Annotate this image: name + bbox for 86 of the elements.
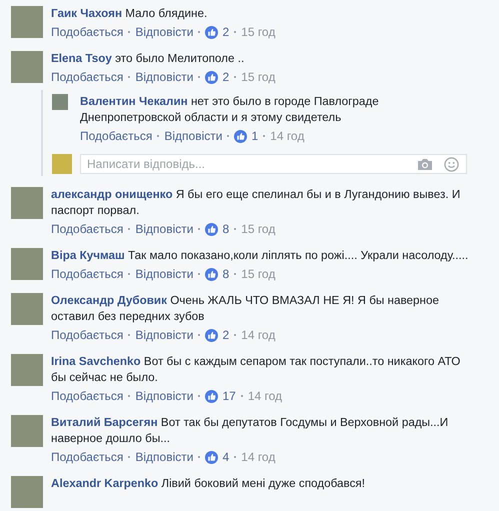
separator-dot	[198, 76, 200, 78]
like-count[interactable]: 1	[251, 128, 258, 144]
like-link[interactable]: Подобається	[51, 221, 124, 237]
comment-text: Віра Кучмаш Так мало показано,коли ліплять по рожі.... Украли насолоду.....	[51, 248, 470, 264]
author-link[interactable]: александр онищенко	[51, 188, 173, 201]
like-count[interactable]: 8	[222, 266, 230, 282]
reply-link[interactable]: Відповісти	[135, 24, 194, 40]
author-link[interactable]: Олександр Дубовик	[51, 294, 167, 307]
thumbs-up-icon[interactable]	[234, 130, 248, 142]
separator-dot	[128, 31, 130, 33]
like-link[interactable]: Подобається	[51, 69, 124, 85]
comment-text: Irina Savchenko Вот бы с каждым сепаром так поступали..то никакого АТО бы сейчас не было.	[51, 354, 462, 386]
reply-link[interactable]: Відповісти	[164, 128, 222, 144]
thumbs-up-icon[interactable]	[205, 222, 218, 236]
timestamp-link[interactable]: 15 год	[241, 221, 276, 237]
like-link[interactable]: Подобається	[80, 128, 152, 144]
comment-text: александр онищенко Я бы его еще спелинал бы и в Лугандонию вывез. И паспорт порвал.	[51, 187, 462, 219]
thumbs-up-icon[interactable]	[205, 328, 218, 342]
author-link[interactable]: Валентин Чекалин	[80, 95, 188, 108]
camera-icon[interactable]	[417, 158, 433, 171]
separator-dot	[234, 228, 236, 230]
timestamp-link[interactable]: 14 год	[241, 327, 276, 343]
avatar-photo-placeholder	[52, 154, 72, 174]
author-link[interactable]: Віра Кучмаш	[51, 249, 125, 262]
comment-text: Alexandr Karpenko Лівий боковий мені дуже сподобався!	[51, 476, 366, 492]
separator-dot	[128, 334, 130, 336]
reply-link[interactable]: Відповісти	[135, 449, 194, 465]
thumbs-up-icon[interactable]	[205, 268, 218, 280]
author-link[interactable]: Виталий Барсегян	[51, 416, 158, 429]
thumbs-up-icon[interactable]	[205, 390, 218, 402]
separator-dot	[240, 395, 243, 397]
reply-link[interactable]: Відповісти	[135, 69, 194, 85]
comment-text: Виталий Барсегян Вот так бы депутатов Госдумы и Верховной рады...И наверное дошло бы...	[51, 415, 450, 447]
separator-dot	[157, 135, 160, 137]
separator-dot	[128, 395, 130, 397]
reply-link[interactable]: Відповісти	[135, 327, 194, 343]
separator-dot	[198, 273, 200, 275]
separator-dot	[198, 228, 200, 230]
separator-dot	[234, 334, 236, 336]
like-count[interactable]: 2	[222, 69, 230, 85]
comment-text: Олександр Дубовик Очень ЖАЛЬ ЧТО ВМАЗАЛ НЕ Я! Я бы наверное оставил без передних зубов	[51, 293, 440, 325]
author-link[interactable]: Alexandr Karpenko	[51, 477, 158, 490]
author-link[interactable]: Гаик Чахоян	[51, 7, 122, 20]
like-link[interactable]: Подобається	[51, 24, 124, 40]
separator-dot	[234, 31, 236, 33]
separator-dot	[234, 456, 236, 458]
thumbs-up-icon[interactable]	[205, 450, 218, 464]
reply-link[interactable]: Відповісти	[135, 221, 194, 237]
separator-dot	[263, 135, 266, 137]
like-link[interactable]: Подобається	[51, 327, 124, 343]
smiley-icon[interactable]	[444, 157, 459, 172]
separator-dot	[227, 135, 230, 137]
timestamp-link[interactable]: 14 год	[241, 449, 276, 465]
separator-dot	[198, 334, 200, 336]
separator-dot	[198, 395, 200, 397]
author-link[interactable]: Irina Savchenko	[51, 355, 141, 368]
like-count[interactable]: 2	[222, 327, 230, 343]
like-link[interactable]: Подобається	[51, 388, 124, 404]
reply-input-field[interactable]: Написати відповідь...	[80, 154, 467, 174]
like-link[interactable]: Подобається	[51, 266, 124, 282]
like-link[interactable]: Подобається	[51, 449, 124, 465]
comment-text: Валентин Чекалин нет это было в городе Павлограде Днепропетровской области и я этому свидетель	[80, 94, 380, 126]
thumbs-up-icon[interactable]	[205, 26, 218, 38]
separator-dot	[234, 76, 236, 78]
separator-dot	[128, 273, 130, 275]
like-count[interactable]: 8	[222, 221, 230, 237]
separator-dot	[198, 456, 200, 458]
comment-text: Elena Tsoy это было Мелитополе ..	[51, 51, 246, 67]
timestamp-link[interactable]: 14 год	[270, 128, 304, 144]
separator-dot	[128, 228, 130, 230]
like-count[interactable]: 4	[222, 449, 230, 465]
separator-dot	[128, 76, 130, 78]
reply-link[interactable]: Відповісти	[135, 388, 194, 404]
timestamp-link[interactable]: 15 год	[241, 69, 276, 85]
timestamp-link[interactable]: 14 год	[248, 388, 282, 404]
timestamp-link[interactable]: 15 год	[241, 266, 276, 282]
like-count[interactable]: 2	[222, 24, 230, 40]
like-count[interactable]: 17	[222, 388, 236, 404]
separator-dot	[198, 31, 200, 33]
comment-text: Гаик Чахоян Мало блядине.	[51, 6, 208, 22]
author-link[interactable]: Elena Tsoy	[51, 52, 112, 65]
separator-dot	[128, 456, 130, 458]
thumbs-up-icon[interactable]	[205, 70, 218, 84]
timestamp-link[interactable]: 15 год	[241, 24, 276, 40]
separator-dot	[234, 273, 236, 275]
reply-link[interactable]: Відповісти	[135, 266, 194, 282]
